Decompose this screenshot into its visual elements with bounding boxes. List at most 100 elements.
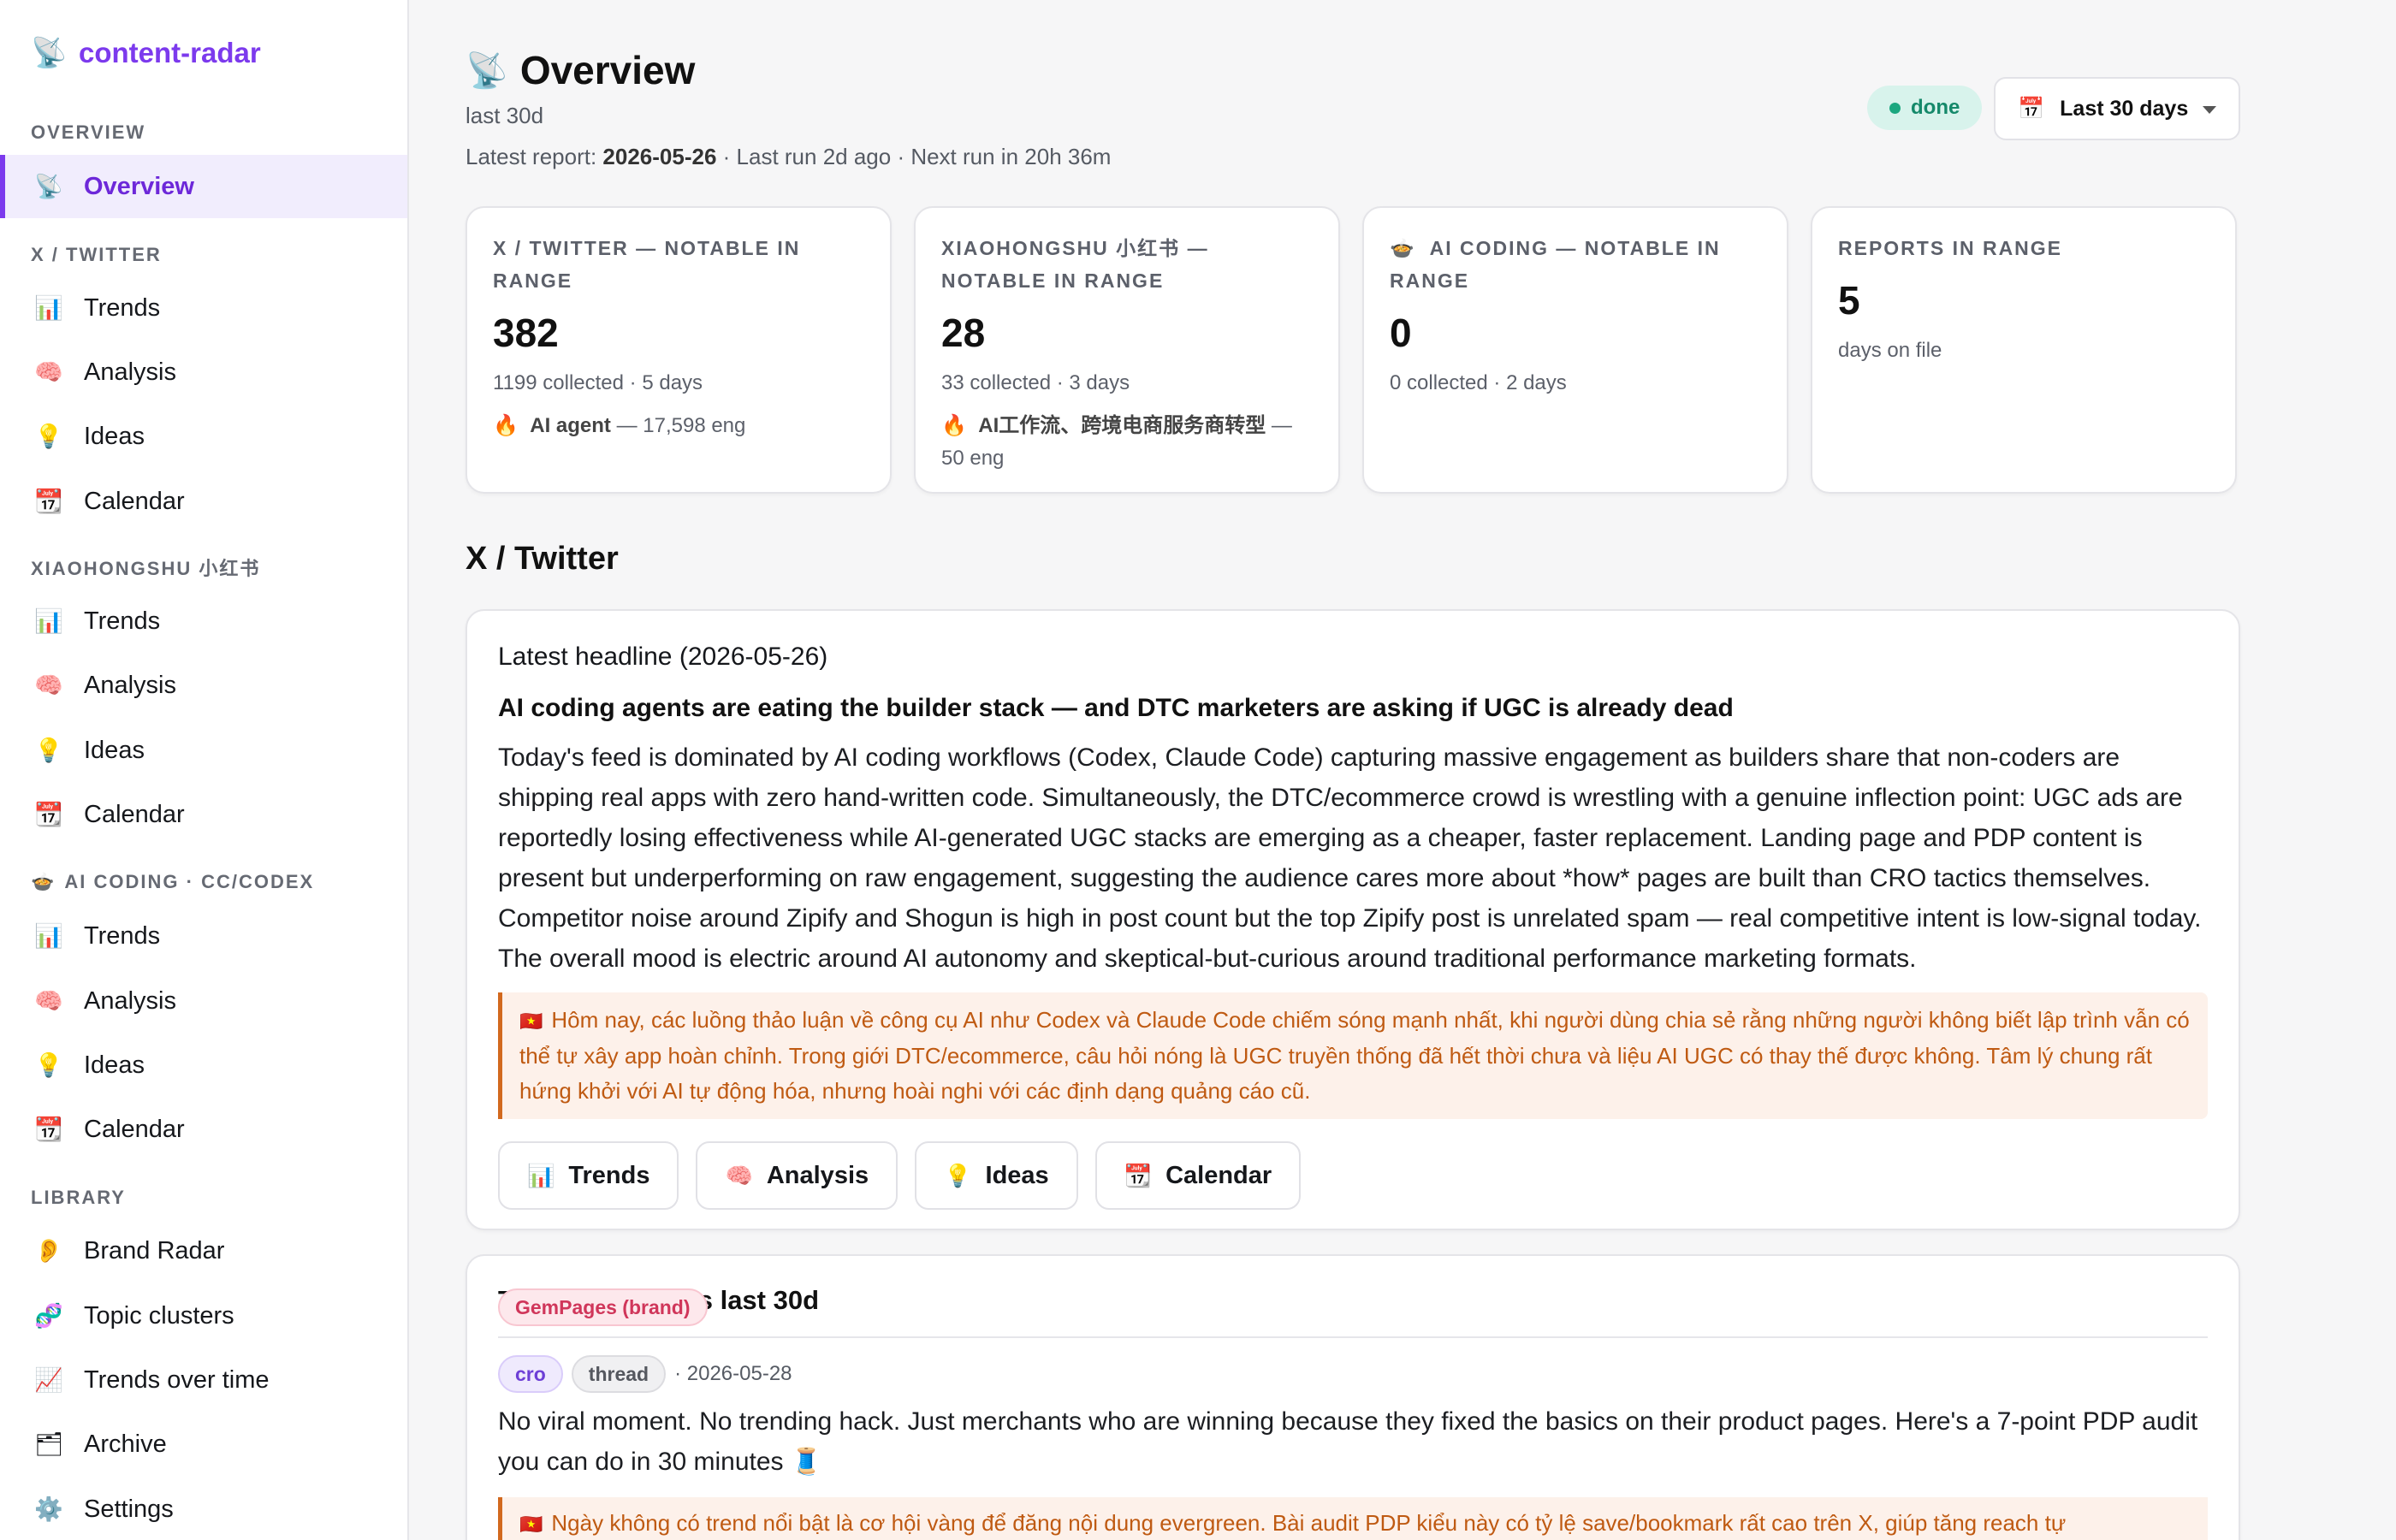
satellite-dish-icon: 📡 <box>466 51 508 90</box>
top-picks-title: Top picks across last 30d <box>498 1285 2208 1338</box>
stat-value: 28 <box>941 311 986 355</box>
sidebar-item-archive[interactable]: 🗂 Archive <box>0 1413 407 1476</box>
sidebar-item-label: Trends <box>84 921 161 950</box>
sidebar-item-label: Analysis <box>84 358 176 386</box>
lightbulb-icon: 💡 <box>34 1052 63 1078</box>
headline-card: Latest headline (2026-05-26) AI coding a… <box>466 609 2240 1230</box>
sidebar-item-twitter-trends[interactable]: 📊 Trends <box>0 276 407 340</box>
page-subtitle: last 30d <box>466 103 544 128</box>
latest-report-date: 2026-05-26 <box>602 144 717 169</box>
sidebar-item-label: Analysis <box>84 986 176 1015</box>
gear-icon: ⚙️ <box>34 1496 63 1522</box>
section-title-twitter: X / Twitter <box>466 541 619 577</box>
sidebar-item-label: Trends <box>84 607 161 635</box>
sidebar-item-label: Trends over time <box>84 1365 270 1394</box>
stat-card-ai-coding: 🍲 AI CODING — NOTABLE IN RANGE 0 0 colle… <box>1362 206 1788 494</box>
satellite-dish-icon: 📡 <box>31 37 68 69</box>
calendar-button[interactable]: 📆 Calendar <box>1094 1141 1302 1210</box>
vietnamese-summary-text: Hôm nay, các luồng thảo luận về công cụ … <box>519 1007 2190 1104</box>
stat-card-xiaohongshu: XIAOHONGSHU 小红书 — NOTABLE IN RANGE 28 33… <box>914 206 1340 494</box>
sidebar-item-xhs-trends[interactable]: 📊 Trends <box>0 589 407 653</box>
sidebar-item-label: Calendar <box>84 1115 185 1143</box>
fire-icon: 🔥 <box>941 414 967 437</box>
brand-name: content-radar <box>79 37 261 68</box>
stat-label: XIAOHONGSHU 小红书 — NOTABLE IN RANGE <box>941 237 1209 292</box>
run-info: Latest report: 2026-05-26 · Last run 2d … <box>466 144 1111 170</box>
vietnam-flag-icon: 🇻🇳 <box>519 1513 543 1535</box>
sidebar-item-topic-clusters[interactable]: 🧬 Topic clusters <box>0 1284 407 1348</box>
chevron-down-icon <box>2203 106 2216 114</box>
stat-value: 5 <box>1838 278 1860 323</box>
sidebar-item-ai-analysis[interactable]: 🧠 Analysis <box>0 969 407 1033</box>
sidebar-item-trends-over-time[interactable]: 📈 Trends over time <box>0 1348 407 1412</box>
line-chart-icon: 📈 <box>34 1367 63 1393</box>
calendar-icon: 📆 <box>34 1116 63 1142</box>
stat-label: REPORTS IN RANGE <box>1838 237 2063 259</box>
brain-icon: 🧠 <box>34 672 63 698</box>
sidebar-item-xhs-analysis[interactable]: 🧠 Analysis <box>0 654 407 717</box>
pick-text: No viral moment. No trending hack. Just … <box>498 1407 2198 1476</box>
sidebar-item-twitter-calendar[interactable]: 📆 Calendar <box>0 470 407 533</box>
brain-icon: 🧠 <box>725 1162 753 1188</box>
sidebar-item-brand-radar[interactable]: 👂 Brand Radar <box>0 1219 407 1282</box>
stat-label: X / TWITTER — NOTABLE IN RANGE <box>493 237 801 292</box>
sidebar-item-label: Brand Radar <box>84 1236 225 1265</box>
page-title: 📡 Overview <box>466 44 695 96</box>
sidebar-item-label: Trends <box>84 293 161 322</box>
button-label: Trends <box>568 1161 650 1189</box>
section-label-text: AI CODING · CC/CODEX <box>64 871 315 892</box>
sidebar-item-label: Calendar <box>84 800 185 828</box>
headline-body: Today's feed is dominated by AI coding w… <box>498 743 2202 973</box>
tag-cro[interactable]: cro <box>498 1355 563 1393</box>
stat-meta: days on file <box>1838 339 1942 362</box>
sidebar-item-twitter-ideas[interactable]: 💡 Ideas <box>0 405 407 468</box>
sidebar-item-label: Archive <box>84 1430 167 1458</box>
page-title-text: Overview <box>519 48 696 92</box>
satellite-dish-icon: 📡 <box>34 174 63 199</box>
stat-value: 0 <box>1390 311 1412 355</box>
stat-card-reports: REPORTS IN RANGE 5 days on file <box>1811 206 2237 494</box>
pick-vietnamese-summary: 🇻🇳 Ngày không có trend nổi bật là cơ hội … <box>498 1497 2208 1540</box>
hot-topic-name: AI agent <box>530 414 611 437</box>
status-dot-icon <box>1889 102 1901 114</box>
sidebar-item-label: Ideas <box>84 422 145 450</box>
trends-button[interactable]: 📊 Trends <box>498 1141 679 1210</box>
button-label: Ideas <box>985 1161 1049 1189</box>
sidebar-item-ai-calendar[interactable]: 📆 Calendar <box>0 1098 407 1161</box>
sidebar-item-twitter-analysis[interactable]: 🧠 Analysis <box>0 341 407 404</box>
sidebar-item-xhs-ideas[interactable]: 💡 Ideas <box>0 719 407 782</box>
stat-meta: 1199 collected · 5 days <box>493 371 703 394</box>
stat-label: 🍲 AI CODING — NOTABLE IN RANGE <box>1390 232 1761 297</box>
button-label: Analysis <box>766 1161 869 1189</box>
sidebar-item-overview[interactable]: 📡 Overview <box>0 155 407 218</box>
tag-thread[interactable]: thread <box>571 1355 667 1393</box>
lightbulb-icon: 💡 <box>34 424 63 449</box>
sidebar-item-xhs-calendar[interactable]: 📆 Calendar <box>0 783 407 846</box>
sidebar-item-ai-ideas[interactable]: 💡 Ideas <box>0 1034 407 1097</box>
sidebar-item-ai-trends[interactable]: 📊 Trends <box>0 904 407 968</box>
sidebar-item-label: Ideas <box>84 1051 145 1079</box>
stat-meta: 33 collected · 3 days <box>941 371 1130 394</box>
stat-meta: 0 collected · 2 days <box>1390 371 1567 394</box>
brain-icon: 🧠 <box>34 359 63 385</box>
stat-hot-topic: 🔥 AI工作流、跨境电商服务商转型 — 50 eng <box>941 410 1313 475</box>
calendar-icon: 📅 <box>2018 96 2045 121</box>
brand-logo[interactable]: 📡 content-radar <box>31 33 261 74</box>
section-label-ai-coding: 🍲 AI CODING · CC/CODEX <box>31 869 314 895</box>
analysis-button[interactable]: 🧠 Analysis <box>696 1141 898 1210</box>
sidebar-item-settings[interactable]: ⚙️ Settings <box>0 1478 407 1540</box>
sidebar-item-label: Ideas <box>84 736 145 764</box>
section-label-xiaohongshu: XIAOHONGSHU 小红书 <box>31 558 261 579</box>
tag-brand[interactable]: GemPages (brand) <box>498 1288 708 1326</box>
bar-chart-icon: 📊 <box>34 608 63 634</box>
sidebar-item-label: Topic clusters <box>84 1301 234 1330</box>
pick-vietnamese-text: Ngày không có trend nổi bật là cơ hội và… <box>551 1510 2067 1536</box>
main-content: 📡 Overview last 30d Latest report: 2026-… <box>409 0 2396 1540</box>
folder-icon: 🗂 <box>34 1431 64 1457</box>
ideas-button[interactable]: 💡 Ideas <box>915 1141 1078 1210</box>
run-schedule: · Last run 2d ago · Next run in 20h 36m <box>716 144 1112 169</box>
date-range-select[interactable]: 📅 Last 30 days <box>1994 77 2240 140</box>
sidebar-item-label: Calendar <box>84 487 185 515</box>
stat-value: 382 <box>493 311 559 355</box>
status-badge: done <box>1867 86 1983 130</box>
